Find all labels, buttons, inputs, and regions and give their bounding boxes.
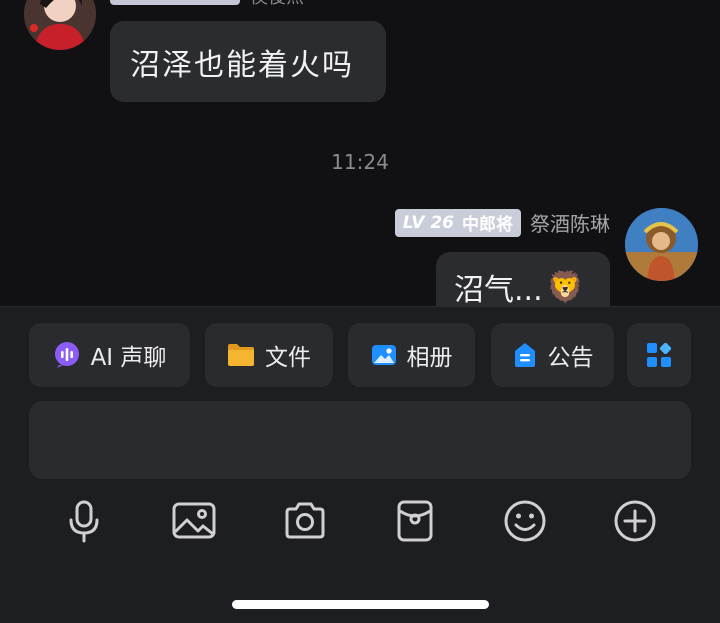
lion-emoji-icon: 🦁 (546, 269, 584, 305)
announcement-button[interactable]: 公告 (491, 323, 614, 387)
camera-button[interactable] (283, 499, 327, 543)
ai-voice-chat-button[interactable]: AI 声聊 (29, 323, 190, 387)
camera-icon (285, 502, 325, 539)
emoji-icon (504, 500, 546, 542)
sender-badge (110, 0, 240, 5)
album-icon (371, 343, 397, 367)
message-bubble-sent[interactable]: 沼气... 🦁 (436, 252, 610, 306)
announcement-label: 公告 (547, 345, 594, 371)
message-input[interactable] (29, 401, 691, 479)
red-packet-icon (397, 500, 433, 542)
my-name: 祭酒陈琳 (530, 212, 610, 236)
input-panel: AI 声聊 文件 相册 公告 (0, 306, 720, 623)
home-indicator[interactable] (232, 600, 489, 609)
image-icon (172, 502, 216, 539)
message-text: 沼气... (454, 273, 543, 306)
plus-icon (614, 500, 656, 542)
ai-voice-chat-icon (53, 341, 81, 369)
more-apps-button[interactable] (627, 323, 691, 387)
emoji-button[interactable] (503, 499, 547, 543)
image-button[interactable] (172, 499, 216, 543)
message-bubble-received[interactable]: 沼泽也能着火吗 (110, 21, 386, 102)
my-sender-line: LV 26 中郎将 祭酒陈琳 (394, 208, 610, 237)
red-packet-button[interactable] (393, 499, 437, 543)
chat-area[interactable]: 侯俊杰 沼泽也能着火吗 11:24 LV 26 中郎将 祭酒陈琳 沼气... 🦁 (0, 0, 720, 306)
voice-button[interactable] (62, 499, 106, 543)
more-button[interactable] (613, 499, 657, 543)
input-toolbar (0, 499, 720, 543)
apps-grid-icon (646, 342, 672, 368)
message-text: 沼泽也能着火吗 (130, 47, 354, 83)
top-sender-line: 侯俊杰 (110, 0, 304, 9)
microphone-icon (69, 500, 99, 543)
file-label: 文件 (265, 345, 311, 371)
level-text: LV 26 (402, 212, 454, 233)
folder-icon (227, 343, 255, 367)
album-label: 相册 (406, 345, 453, 371)
sender-avatar[interactable] (24, 0, 96, 50)
album-button[interactable]: 相册 (348, 323, 475, 387)
sender-name: 侯俊杰 (250, 0, 304, 9)
my-avatar[interactable] (625, 208, 698, 281)
avatar-image (24, 0, 96, 50)
rank-text: 中郎将 (462, 215, 513, 235)
quick-actions-row: AI 声聊 文件 相册 公告 (0, 323, 720, 387)
ai-voice-chat-label: AI 声聊 (90, 345, 167, 371)
announcement-icon (512, 342, 538, 368)
level-badge[interactable]: LV 26 中郎将 (394, 208, 521, 237)
time-divider: 11:24 (331, 150, 389, 174)
avatar-image (625, 208, 698, 281)
file-button[interactable]: 文件 (205, 323, 333, 387)
